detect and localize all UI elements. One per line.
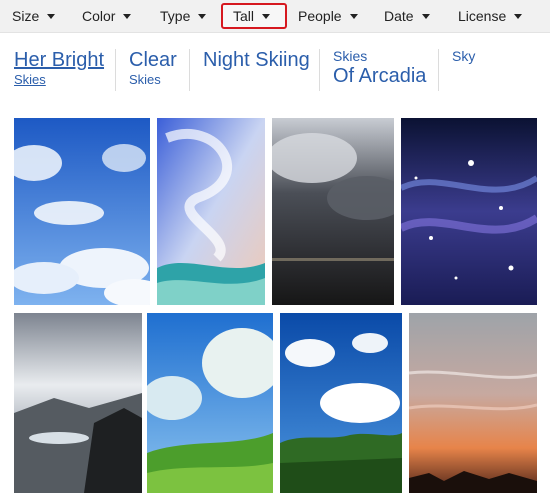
- related-pre: Skies: [333, 48, 368, 64]
- related-sub: Skies: [14, 72, 46, 87]
- filter-size[interactable]: Size: [12, 3, 56, 29]
- filter-label: Color: [82, 8, 116, 24]
- filter-color[interactable]: Color: [82, 3, 132, 29]
- image-result-mountain-clouds[interactable]: [14, 313, 142, 493]
- image-result-trees-cumulus-sky[interactable]: [280, 313, 402, 493]
- divider: [115, 49, 116, 91]
- filter-layout-tall[interactable]: Tall: [221, 3, 287, 29]
- related-skies-of-arcadia[interactable]: Skies Of Arcadia: [333, 48, 426, 88]
- image-result-starry-space[interactable]: [401, 118, 537, 305]
- filter-label: Tall: [233, 8, 255, 24]
- related-main: Night Skiing: [203, 49, 310, 71]
- related-searches: Her Bright Skies Clear Skies Night Skiin…: [0, 40, 550, 100]
- filter-license[interactable]: License: [458, 3, 523, 29]
- related-her-bright-skies[interactable]: Her Bright Skies: [14, 48, 104, 88]
- chevron-down-icon: [349, 13, 358, 19]
- image-result-sunset-sky[interactable]: [409, 313, 537, 493]
- related-main: Clear: [129, 49, 177, 71]
- divider: [319, 49, 320, 91]
- filter-label: Type: [160, 8, 191, 24]
- filter-label: People: [298, 8, 342, 24]
- related-pre: Sky: [452, 48, 476, 64]
- filter-label: Size: [12, 8, 40, 24]
- related-sky[interactable]: Sky: [452, 48, 475, 64]
- related-main: Of Arcadia: [333, 65, 427, 87]
- filter-bar: Size Color Type Tall People Date License: [0, 0, 550, 33]
- filter-people[interactable]: People: [298, 3, 358, 29]
- image-result-blue-sky-clouds[interactable]: [14, 118, 150, 305]
- related-sub: Skies: [129, 72, 161, 87]
- divider: [189, 49, 190, 91]
- filter-type[interactable]: Type: [160, 3, 207, 29]
- chevron-down-icon: [47, 13, 56, 19]
- related-main: Her Bright: [14, 49, 105, 71]
- image-result-stormy-clouds-sea[interactable]: [272, 118, 394, 305]
- chevron-down-icon: [514, 13, 523, 19]
- related-clear-skies[interactable]: Clear Skies: [129, 48, 177, 88]
- image-result-green-field-sky[interactable]: [147, 313, 273, 493]
- filter-label: License: [458, 8, 507, 24]
- chevron-down-icon: [262, 13, 271, 19]
- divider: [438, 49, 439, 91]
- related-night-skiing[interactable]: Night Skiing: [203, 48, 310, 72]
- chevron-down-icon: [123, 13, 132, 19]
- chevron-down-icon: [421, 13, 430, 19]
- image-result-painted-wave-sky[interactable]: [157, 118, 265, 305]
- filter-date[interactable]: Date: [384, 3, 430, 29]
- filter-label: Date: [384, 8, 414, 24]
- chevron-down-icon: [198, 13, 207, 19]
